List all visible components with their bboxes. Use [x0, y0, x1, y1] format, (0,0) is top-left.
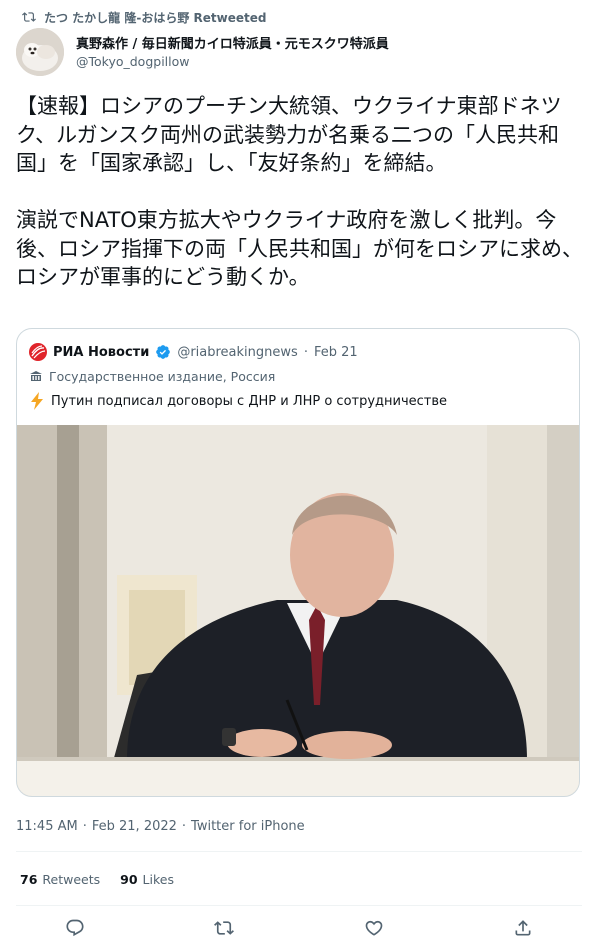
tweet-actions	[0, 913, 598, 943]
quoted-tweet-date[interactable]: Feb 21	[314, 345, 358, 360]
like-button[interactable]	[363, 917, 385, 939]
quoted-tweet-photo[interactable]	[17, 425, 579, 796]
verified-badge-icon	[156, 345, 171, 359]
state-media-label-text[interactable]: Государственное издание, Россия	[49, 369, 275, 384]
quoted-tweet-text: Путин подписал договоры с ДНР и ЛНР о со…	[29, 391, 447, 411]
reply-button[interactable]	[64, 917, 86, 939]
reply-icon	[66, 919, 84, 937]
lightning-icon	[31, 392, 43, 410]
divider-top	[16, 851, 582, 852]
retweet-text[interactable]: たつ たかし龍 隆-おはら野 Retweeted	[44, 9, 266, 26]
retweet-button[interactable]	[213, 917, 235, 939]
quoted-tweet-card[interactable]: РИА Новости @riabreakingnews · Feb 21 Го…	[16, 328, 580, 797]
author-name[interactable]: 真野森作 / 毎日新聞カイロ特派員・元モスクワ特派員	[76, 33, 389, 52]
separator-dot: ·	[303, 344, 308, 360]
tweet-date[interactable]: Feb 21, 2022	[92, 819, 177, 834]
author-handle[interactable]: @Tokyo_dogpillow	[76, 54, 190, 69]
retweets-label: Retweets	[42, 871, 101, 887]
meta-separator: ·	[82, 818, 87, 834]
share-button[interactable]	[512, 917, 534, 939]
avatar[interactable]	[16, 28, 64, 76]
share-icon	[515, 920, 531, 936]
retweets-stat[interactable]: 76 Retweets	[20, 872, 100, 887]
tweet-meta: 11:45 AM · Feb 21, 2022 · Twitter for iP…	[16, 816, 305, 836]
quoted-author-name[interactable]: РИА Новости	[53, 345, 149, 360]
quoted-author-handle[interactable]: @riabreakingnews	[177, 345, 297, 360]
tweet-time[interactable]: 11:45 AM	[16, 819, 78, 834]
tweet-text: 【速報】ロシアのプーチン大統領、ウクライナ東部ドネツク、ルガンスク両州の武装勢力…	[16, 94, 583, 289]
quoted-tweet-header: РИА Новости @riabreakingnews · Feb 21	[29, 343, 358, 361]
ria-logo-icon	[29, 343, 47, 361]
heart-icon	[365, 920, 383, 936]
quoted-tweet-body: Путин подписал договоры с ДНР и ЛНР о со…	[51, 393, 448, 409]
retweets-count: 76	[20, 871, 38, 887]
meta-separator-2: ·	[181, 818, 187, 834]
tweet-source[interactable]: Twitter for iPhone	[191, 819, 305, 834]
retweet-indicator: たつ たかし龍 隆-おはら野 Retweeted	[22, 7, 266, 27]
tweet-stats: 76 Retweets 90 Likes	[20, 869, 194, 889]
divider-bottom	[16, 905, 582, 906]
retweet-icon	[22, 12, 36, 22]
state-media-label[interactable]: Государственное издание, Россия	[29, 367, 275, 385]
retweet-action-icon	[214, 921, 235, 935]
likes-stat[interactable]: 90 Likes	[120, 872, 174, 887]
state-media-icon	[30, 371, 42, 381]
likes-label: Likes	[142, 871, 174, 887]
likes-count: 90	[120, 871, 138, 887]
photo-putin-signing	[17, 425, 579, 796]
